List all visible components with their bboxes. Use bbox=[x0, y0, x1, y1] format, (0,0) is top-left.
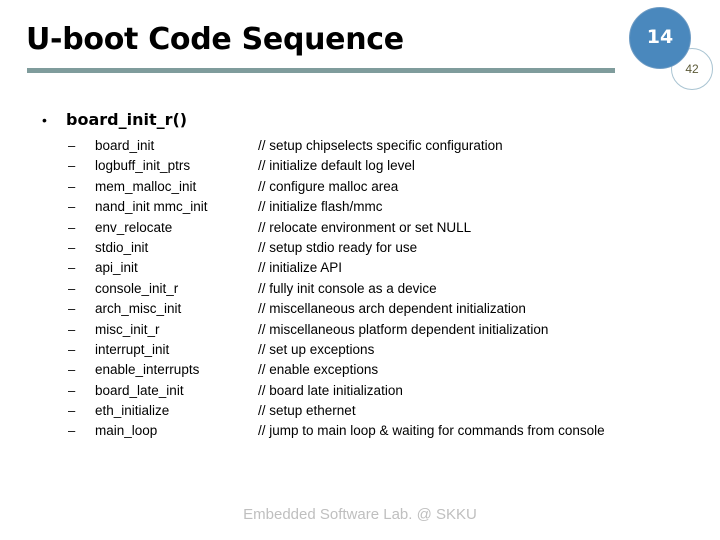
footer-text: Embedded Software Lab. @ SKKU bbox=[243, 506, 477, 523]
function-comment: // setup stdio ready for use bbox=[258, 239, 418, 255]
page-title: U-boot Code Sequence bbox=[26, 22, 404, 57]
outline-sub-row: – console_init_r // fully init console as … bbox=[0, 279, 720, 299]
outline-level1-item: • board_init_r() bbox=[42, 110, 187, 130]
dash-bullet-icon: – bbox=[68, 423, 76, 439]
outline-sublist: – board_init // setup chipselects specific… bbox=[0, 136, 720, 442]
function-name: main_loop bbox=[95, 423, 158, 439]
outline-sub-row: – board_init // setup chipselects specific… bbox=[0, 136, 720, 156]
outline-sub-row: – mem_malloc_init // configure malloc area bbox=[0, 177, 720, 197]
outline-level1-label: board_init_r() bbox=[66, 110, 188, 129]
outline-sub-row: – nand_init mmc_init // initialize flash/m… bbox=[0, 197, 720, 217]
function-comment: // initialize default log level bbox=[258, 158, 415, 174]
outline-sub-row: – main_loop // jump to main loop & waiting… bbox=[0, 421, 720, 441]
outline-sub-row: – interrupt_init // set up exceptions bbox=[0, 340, 720, 360]
outline-sub-row: – logbuff_init_ptrs // initialize default … bbox=[0, 156, 720, 176]
function-comment: // initialize flash/mmc bbox=[258, 199, 383, 215]
function-comment: // initialize API bbox=[258, 260, 343, 276]
dash-bullet-icon: – bbox=[68, 158, 76, 174]
dash-bullet-icon: – bbox=[68, 362, 76, 378]
page-number-badge-group: 14 42 bbox=[627, 3, 717, 93]
function-comment: // setup ethernet bbox=[258, 403, 356, 419]
dash-bullet-icon: – bbox=[68, 199, 76, 215]
dash-bullet-icon: – bbox=[68, 178, 76, 194]
outline-sub-row: – arch_misc_init // miscellaneous arch dep… bbox=[0, 299, 720, 319]
dash-bullet-icon: – bbox=[68, 321, 76, 337]
function-comment: // setup chipselects specific configurat… bbox=[258, 138, 503, 153]
dash-bullet-icon: – bbox=[68, 301, 76, 317]
function-comment: // jump to main loop & waiting for comma… bbox=[258, 423, 605, 439]
function-comment: // fully init console as a device bbox=[258, 280, 437, 296]
dash-bullet-icon: – bbox=[68, 280, 76, 296]
function-name: misc_init_r bbox=[95, 321, 160, 337]
total-pages-label: 42 bbox=[685, 62, 699, 76]
function-comment: // miscellaneous platform dependent init… bbox=[258, 321, 549, 337]
slide-number-badge: 14 bbox=[629, 7, 691, 69]
function-name: env_relocate bbox=[95, 219, 173, 235]
dash-bullet-icon: – bbox=[68, 403, 76, 419]
function-name: nand_init mmc_init bbox=[95, 199, 208, 215]
function-name: board_late_init bbox=[95, 382, 184, 398]
slide-number-label: 14 bbox=[646, 26, 674, 48]
outline-sub-row: – eth_initialize // setup ethernet bbox=[0, 401, 720, 421]
function-comment: // configure malloc area bbox=[258, 178, 399, 194]
outline-sub-row: – stdio_init // setup stdio ready for use bbox=[0, 238, 720, 258]
dash-bullet-icon: – bbox=[68, 239, 76, 255]
outline-sub-row: – api_init // initialize API bbox=[0, 258, 720, 278]
function-name: enable_interrupts bbox=[95, 362, 200, 378]
function-comment: // miscellaneous arch dependent initiali… bbox=[258, 301, 526, 317]
function-name: arch_misc_init bbox=[95, 301, 182, 317]
dash-bullet-icon: – bbox=[68, 341, 76, 357]
function-name: logbuff_init_ptrs bbox=[95, 158, 191, 174]
function-comment: // board late initialization bbox=[258, 382, 403, 398]
function-name: eth_initialize bbox=[95, 403, 170, 419]
function-comment: // set up exceptions bbox=[258, 341, 375, 357]
function-comment: // enable exceptions bbox=[258, 362, 379, 378]
function-name: stdio_init bbox=[95, 239, 149, 255]
dash-bullet-icon: – bbox=[68, 219, 76, 235]
outline-sub-row: – misc_init_r // miscellaneous platform de… bbox=[0, 320, 720, 340]
dash-bullet-icon: – bbox=[68, 382, 76, 398]
dash-bullet-icon: – bbox=[68, 260, 76, 276]
dash-bullet-icon: – bbox=[68, 138, 76, 153]
bullet-dot-icon: • bbox=[42, 112, 47, 128]
function-name: board_init bbox=[95, 138, 155, 153]
title-underline-rule bbox=[27, 68, 615, 73]
function-name: console_init_r bbox=[95, 280, 179, 296]
outline-sub-row: – enable_interrupts // enable exceptions bbox=[0, 360, 720, 380]
function-name: mem_malloc_init bbox=[95, 178, 197, 194]
function-name: api_init bbox=[95, 260, 138, 276]
function-comment: // relocate environment or set NULL bbox=[258, 219, 472, 235]
outline-sub-row: – env_relocate // relocate environment or … bbox=[0, 218, 720, 238]
function-name: interrupt_init bbox=[95, 341, 170, 357]
outline-sub-row: – board_late_init // board late initializa… bbox=[0, 381, 720, 401]
